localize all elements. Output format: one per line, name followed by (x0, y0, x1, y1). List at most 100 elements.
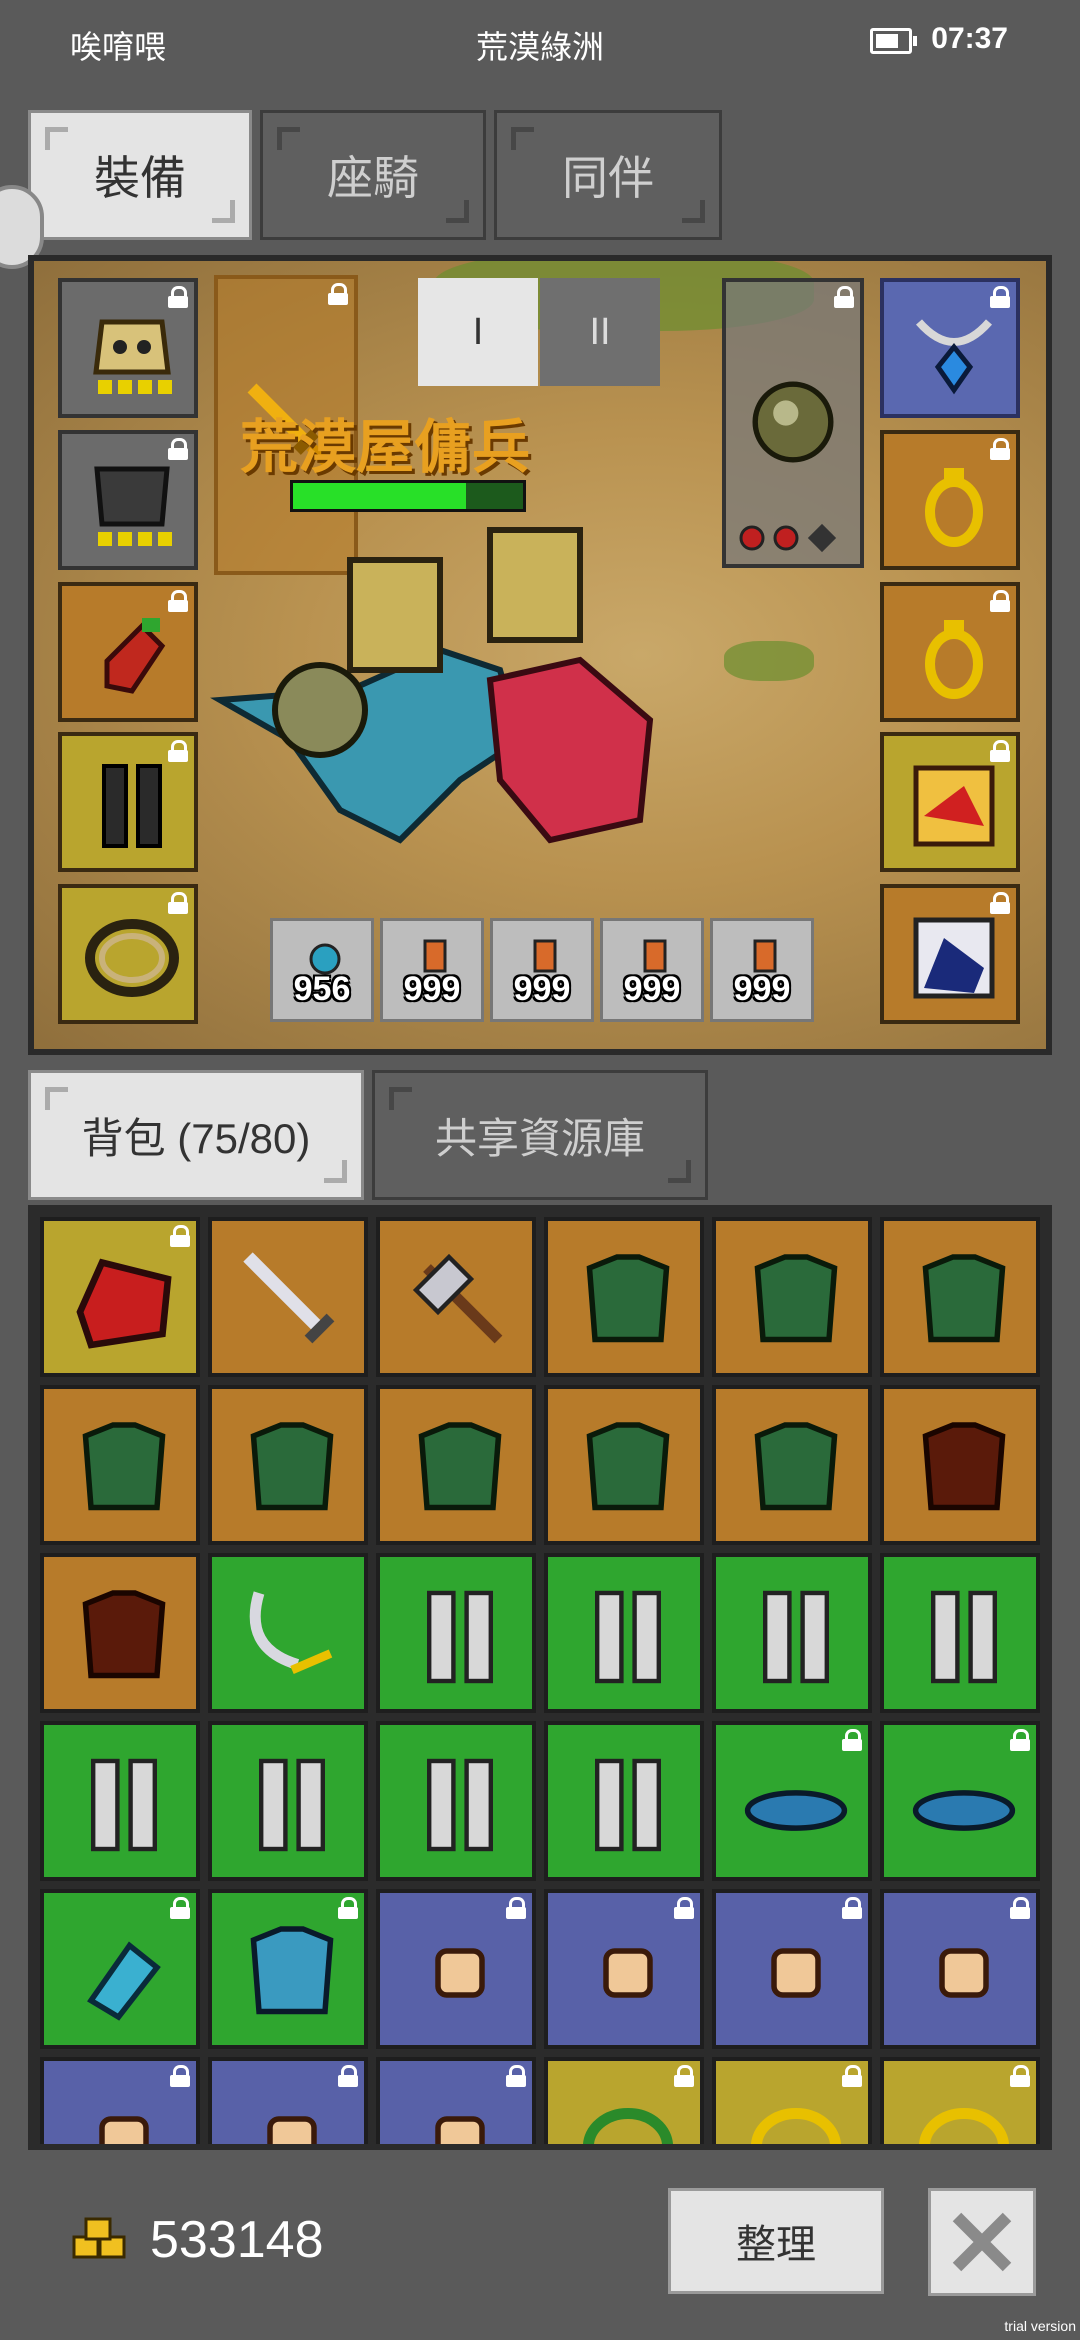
pet-slot[interactable] (880, 884, 1020, 1024)
brown-armor-icon (922, 1422, 1006, 1511)
potion-slot[interactable]: 999 (710, 918, 814, 1022)
tab-equipment[interactable]: 裝備 (28, 110, 252, 240)
green-armor-icon (754, 1254, 838, 1343)
gem-sockets-icon (739, 523, 837, 553)
scroll-icon (603, 1948, 653, 1998)
potion-count: 999 (623, 970, 681, 1008)
inventory-item[interactable] (208, 2057, 368, 2144)
lock-icon (834, 286, 854, 308)
inventory-item[interactable] (880, 1553, 1040, 1713)
ring-slot-2[interactable] (880, 582, 1020, 722)
inventory-item[interactable] (544, 1553, 704, 1713)
armor-slot[interactable] (58, 430, 198, 570)
sort-button[interactable]: 整理 (668, 2188, 884, 2294)
legs-slot[interactable] (58, 732, 198, 872)
inventory-item[interactable] (40, 1721, 200, 1881)
potion-slot[interactable]: 999 (490, 918, 594, 1022)
inventory-item[interactable] (376, 1889, 536, 2049)
gold-ring-icon (751, 2108, 841, 2144)
battery-icon (870, 28, 917, 54)
potion-icon (533, 939, 557, 973)
lock-icon (1010, 1897, 1030, 1919)
green-armor-icon (418, 1422, 502, 1511)
potion-slot[interactable]: 999 (600, 918, 704, 1022)
helmet-slot[interactable] (58, 278, 198, 418)
inventory-item[interactable] (376, 1721, 536, 1881)
tab-backpack[interactable]: 背包 (75/80) (28, 1070, 364, 1200)
potion-count: 999 (513, 970, 571, 1008)
shield-slot[interactable] (722, 278, 864, 568)
page-button-1[interactable]: I (418, 278, 538, 386)
belt-slot[interactable] (58, 884, 198, 1024)
lock-icon (990, 590, 1010, 612)
inventory-item[interactable] (544, 1217, 704, 1377)
inventory-item[interactable] (208, 1217, 368, 1377)
tab-mount[interactable]: 座騎 (260, 110, 486, 240)
inventory-item[interactable] (712, 1553, 872, 1713)
close-icon (952, 2212, 1012, 2272)
inventory-item[interactable] (208, 1385, 368, 1545)
potion-slot[interactable]: 956 (270, 918, 374, 1022)
blue-belt-icon (912, 1790, 1016, 1831)
inventory-item[interactable] (712, 2057, 872, 2144)
lock-icon (170, 1225, 190, 1247)
scroll-icon (939, 1948, 989, 1998)
close-button[interactable] (928, 2188, 1036, 2296)
silver-greaves-icon (931, 1590, 997, 1684)
inventory-item[interactable] (40, 1889, 200, 2049)
inventory-item[interactable] (880, 1889, 1040, 2049)
glove-icon (104, 618, 166, 694)
lock-icon (328, 283, 348, 305)
ring-icon (925, 620, 983, 699)
page-button-2[interactable]: II (540, 278, 660, 386)
red-helmet-icon (76, 1258, 172, 1349)
lock-icon (170, 2065, 190, 2087)
lock-icon (1010, 2065, 1030, 2087)
inventory-item[interactable] (208, 1889, 368, 2049)
green-armor-icon (586, 1422, 670, 1511)
inventory-item[interactable] (376, 2057, 536, 2144)
inventory-item[interactable] (712, 1721, 872, 1881)
inventory-item[interactable] (544, 1889, 704, 2049)
inventory-grid (28, 1205, 1052, 2150)
inventory-item[interactable] (880, 1385, 1040, 1545)
inventory-item[interactable] (40, 1217, 200, 1377)
inventory-item[interactable] (208, 1721, 368, 1881)
round-shield-icon (752, 381, 834, 463)
lock-icon (168, 892, 188, 914)
lock-icon (674, 1897, 694, 1919)
inventory-item[interactable] (40, 1385, 200, 1545)
sort-button-label: 整理 (736, 2223, 816, 2267)
necklace-slot[interactable] (880, 278, 1020, 418)
inventory-item[interactable] (880, 2057, 1040, 2144)
inventory-item[interactable] (40, 2057, 200, 2144)
dragon-card-icon (913, 765, 995, 847)
inventory-item[interactable] (880, 1217, 1040, 1377)
tab-shared-storage[interactable]: 共享資源庫 (372, 1070, 708, 1200)
inventory-item[interactable] (208, 1553, 368, 1713)
tab-backpack-label: 背包 (75/80) (81, 1114, 311, 1162)
inventory-item[interactable] (712, 1385, 872, 1545)
sword-icon (243, 1252, 335, 1344)
inventory-item[interactable] (544, 2057, 704, 2144)
inventory-item[interactable] (376, 1385, 536, 1545)
scimitar-icon (249, 1591, 333, 1675)
lock-icon (842, 1897, 862, 1919)
inventory-item[interactable] (544, 1721, 704, 1881)
inventory-item[interactable] (880, 1721, 1040, 1881)
helmet-icon (93, 319, 172, 394)
potion-slot[interactable]: 999 (380, 918, 484, 1022)
inventory-item[interactable] (40, 1553, 200, 1713)
penguin-icon (913, 917, 995, 999)
inventory-item[interactable] (376, 1553, 536, 1713)
artifact-slot[interactable] (880, 732, 1020, 872)
inventory-item[interactable] (712, 1217, 872, 1377)
gloves-slot[interactable] (58, 582, 198, 722)
tab-companion[interactable]: 同伴 (494, 110, 722, 240)
ring-slot-1[interactable] (880, 430, 1020, 570)
inventory-item[interactable] (712, 1889, 872, 2049)
potion-icon (309, 943, 341, 975)
inventory-item[interactable] (376, 1217, 536, 1377)
inventory-item[interactable] (544, 1385, 704, 1545)
blue-armor-icon (250, 1926, 334, 2015)
